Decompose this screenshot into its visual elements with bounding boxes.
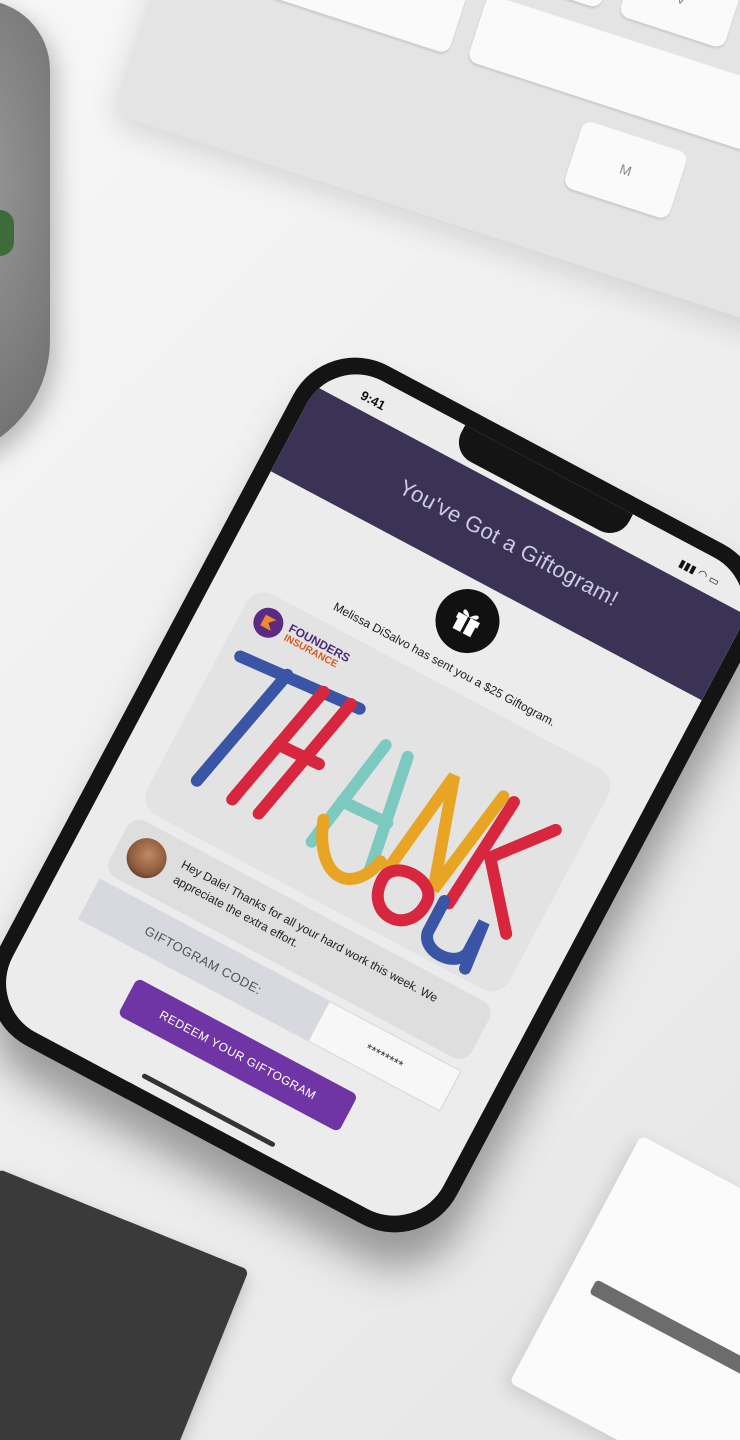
keyboard: ⌘ C V command M bbox=[112, 0, 740, 349]
plant-leaf bbox=[0, 210, 14, 256]
phone-screen: 9:41 ▮▮▮ ◠ ▭ You've Got a Giftogram! Mel… bbox=[0, 354, 740, 1236]
photo-scene: ⌘ C V command M 9:41 ▮▮▮ ◠ ▭ You've Got … bbox=[0, 0, 740, 1440]
signal-icon: ▮▮▮ bbox=[676, 557, 699, 577]
sender-avatar bbox=[119, 831, 174, 886]
status-time: 9:41 bbox=[358, 387, 389, 414]
smartphone: 9:41 ▮▮▮ ◠ ▭ You've Got a Giftogram! Mel… bbox=[0, 333, 740, 1257]
paper-notepad bbox=[509, 1135, 740, 1440]
keyboard-key: command bbox=[219, 0, 470, 55]
battery-icon: ▭ bbox=[706, 573, 722, 589]
keyboard-key: M bbox=[562, 119, 689, 221]
dark-notebook bbox=[0, 1168, 249, 1440]
gift-icon bbox=[452, 609, 480, 638]
